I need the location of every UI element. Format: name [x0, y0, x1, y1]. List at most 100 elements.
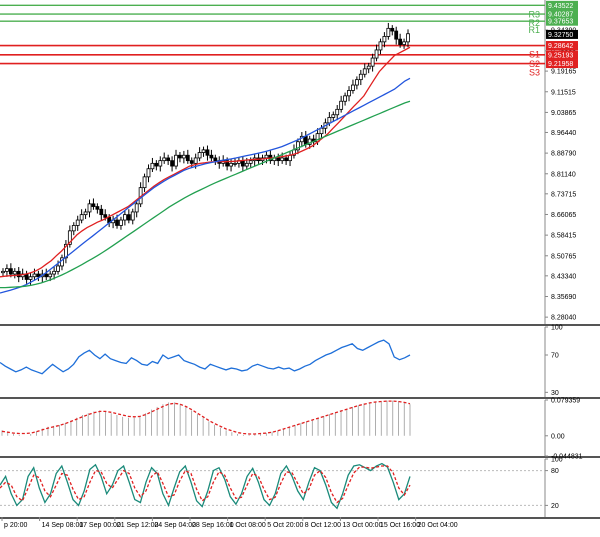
price-y-tick-label: 8.50765	[551, 253, 576, 260]
candle-body	[303, 135, 308, 145]
candle-body	[142, 176, 147, 189]
candle-body	[201, 149, 206, 153]
price-y-tick-label: 9.11515	[551, 89, 576, 96]
candle-body	[154, 162, 159, 167]
candle-body	[248, 160, 253, 164]
price-tag: 9.37653	[548, 19, 573, 26]
candle-body	[28, 276, 33, 280]
candle-body	[126, 214, 131, 221]
candle-body	[213, 157, 218, 162]
price-y-tick-label: 8.35690	[551, 294, 576, 301]
x-tick-label: 13 Oct 00:00	[342, 522, 382, 529]
candle-body	[122, 214, 127, 221]
candle-body	[331, 114, 336, 118]
candle-body	[44, 273, 49, 278]
osc1-y-tick-label: 100	[551, 325, 563, 332]
candle-body	[366, 65, 371, 70]
candle-body	[24, 273, 29, 280]
candle-body	[205, 149, 210, 156]
candle-body	[343, 95, 347, 102]
price-tag: 9.25193	[548, 52, 573, 59]
price-y-tick-label: 9.03865	[551, 110, 576, 117]
candle-body	[335, 108, 340, 116]
level-label-r1: R1	[528, 25, 540, 35]
price-y-tick-label: 8.73715	[551, 191, 576, 198]
candle-body	[362, 68, 367, 75]
price-y-tick-label: 8.58415	[551, 233, 576, 240]
osc3-y-tick-label: 20	[551, 503, 559, 510]
x-tick-label: p 20:00	[4, 522, 27, 529]
candle-body	[288, 154, 292, 162]
candle-body	[189, 160, 194, 164]
candle-body	[91, 203, 96, 207]
candle-body	[99, 208, 104, 216]
candle-body	[166, 157, 171, 162]
candle-body	[406, 33, 410, 43]
candle-body	[170, 160, 174, 167]
candle-body	[87, 203, 92, 213]
candle-body	[264, 154, 269, 159]
candle-body	[1, 270, 5, 274]
candle-body	[276, 157, 281, 162]
candle-body	[358, 73, 363, 81]
candle-body	[79, 214, 84, 221]
candle-body	[370, 57, 375, 67]
candle-body	[390, 27, 395, 32]
candle-body	[327, 117, 332, 124]
candle-body	[115, 219, 119, 226]
candle-body	[181, 154, 186, 159]
x-tick-label: 21 Sep 12:00	[117, 522, 159, 529]
candle-body	[48, 273, 53, 278]
price-y-tick-label: 8.96440	[551, 130, 576, 137]
candle-body	[32, 273, 37, 278]
candle-body	[103, 214, 108, 218]
price-y-tick-label: 8.66065	[551, 212, 576, 219]
candle-body	[229, 162, 233, 167]
candle-body	[12, 270, 17, 275]
candle-body	[185, 154, 190, 162]
candle-body	[240, 160, 245, 167]
candle-body	[178, 154, 182, 159]
price-y-tick-label: 8.88790	[551, 151, 576, 158]
candle-body	[150, 162, 155, 170]
osc2-y-tick-label: 0.079359	[551, 398, 580, 405]
candle-body	[119, 219, 123, 226]
candle-body	[351, 84, 355, 91]
candle-body	[378, 41, 383, 51]
candle-body	[193, 157, 198, 164]
chart-window: 9.343909.266659.191659.115159.038658.964…	[0, 0, 600, 532]
candle-body	[52, 270, 57, 275]
candle-body	[158, 160, 163, 167]
candle-body	[319, 127, 324, 135]
candle-body	[146, 168, 151, 178]
price-y-tick-label: 9.19165	[551, 69, 576, 76]
price-y-tick-label: 8.43340	[551, 273, 576, 280]
candle-body	[347, 90, 351, 97]
candle-body	[209, 154, 214, 159]
level-label-s3: S3	[529, 68, 540, 78]
candle-body	[95, 206, 100, 210]
candle-body	[244, 162, 249, 167]
x-tick-label: 1 Oct 08:00	[230, 522, 266, 529]
candle-body	[197, 152, 202, 159]
osc2-y-tick-label: 0.00	[551, 433, 565, 440]
candle-body	[83, 211, 88, 216]
candle-body	[402, 41, 406, 45]
price-tag: 9.28642	[548, 43, 573, 50]
candle-body	[130, 211, 135, 221]
candle-body	[36, 273, 41, 278]
candle-body	[284, 157, 289, 162]
osc3-y-tick-label: 80	[551, 468, 559, 475]
x-tick-label: 24 Sep 04:00	[154, 522, 196, 529]
x-tick-label: 15 Oct 16:00	[380, 522, 420, 529]
candle-body	[174, 154, 178, 167]
candle-body	[75, 219, 80, 226]
candle-body	[374, 49, 379, 59]
osc1-y-tick-label: 30	[551, 390, 559, 397]
osc3-y-tick-label: 100	[551, 457, 563, 464]
candle-body	[386, 27, 391, 37]
candle-body	[162, 157, 167, 162]
candle-body	[8, 268, 13, 275]
candle-body	[71, 225, 76, 232]
x-tick-label: 28 Sep 16:00	[192, 522, 234, 529]
